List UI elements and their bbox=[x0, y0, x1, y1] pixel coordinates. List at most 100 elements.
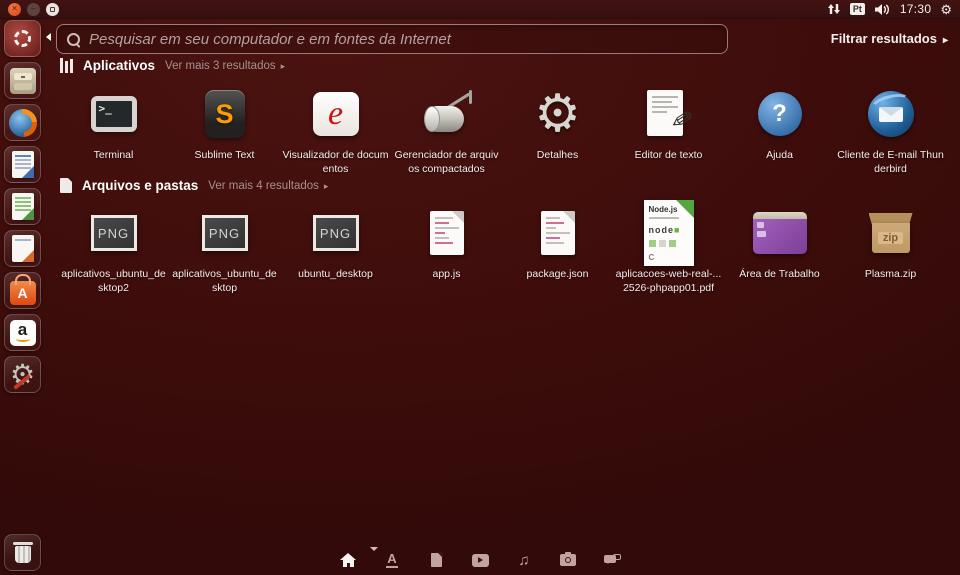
lens-bar: A ♫ bbox=[0, 545, 960, 575]
music-lens-icon[interactable]: ♫ bbox=[515, 551, 533, 569]
maximize-icon bbox=[50, 6, 55, 12]
file-result-label: Área de Trabalho bbox=[739, 268, 820, 280]
close-button[interactable]: ✕ bbox=[8, 2, 21, 16]
search-input[interactable] bbox=[89, 30, 717, 48]
photos-lens-icon[interactable] bbox=[559, 551, 577, 569]
launcher-item-amazon[interactable]: a bbox=[4, 314, 41, 351]
file-manager-icon bbox=[9, 67, 36, 94]
app-result-sublime-text[interactable]: S Sublime Text bbox=[169, 84, 280, 176]
launcher-item-writer[interactable] bbox=[4, 146, 41, 183]
desktop-folder-icon bbox=[752, 212, 807, 254]
maximize-button[interactable] bbox=[46, 2, 59, 16]
file-result-label: ubuntu_desktop bbox=[298, 268, 373, 280]
png-thumbnail-icon: PNG bbox=[312, 215, 359, 251]
file-result-appjs[interactable]: app.js bbox=[391, 203, 502, 295]
filter-results-button[interactable]: Filtrar resultados ▸ bbox=[831, 31, 948, 46]
search-icon bbox=[67, 32, 80, 46]
app-result-label: Sublime Text bbox=[194, 149, 255, 161]
unity-launcher: A a ⚙ bbox=[0, 19, 51, 575]
social-lens-icon[interactable] bbox=[603, 551, 621, 569]
file-result-png-3[interactable]: PNG ubuntu_desktop bbox=[280, 203, 391, 295]
app-result-thunderbird[interactable]: Cliente de E-mail Thunderbird bbox=[835, 84, 946, 176]
app-result-label: Detalhes bbox=[536, 149, 579, 161]
firefox-icon bbox=[8, 108, 37, 137]
file-result-label: Plasma.zip bbox=[864, 268, 917, 280]
launcher-item-settings[interactable]: ⚙ bbox=[4, 356, 41, 393]
app-result-label: Ajuda bbox=[766, 149, 793, 161]
files-category-icon bbox=[60, 177, 73, 193]
active-arrow-icon bbox=[42, 33, 51, 41]
png-thumbnail-icon: PNG bbox=[201, 215, 248, 251]
help-icon: ? bbox=[757, 92, 802, 136]
applications-category-icon bbox=[60, 58, 73, 73]
indicator-area: Pt 17:30 ⚙ bbox=[825, 2, 952, 16]
launcher-item-impress[interactable] bbox=[4, 230, 41, 267]
file-result-label: package.json bbox=[526, 268, 589, 280]
details-gear-icon: ⚙ bbox=[534, 85, 581, 143]
window-controls: ✕ – bbox=[8, 2, 59, 16]
files-section-title: Arquivos e pastas bbox=[82, 178, 199, 193]
dash-search-bar[interactable] bbox=[56, 24, 728, 54]
libreoffice-writer-icon bbox=[11, 151, 34, 178]
app-result-terminal[interactable]: >_ Terminal bbox=[58, 84, 169, 176]
applications-section-header: Aplicativos Ver mais 3 resultados ▸ bbox=[60, 58, 285, 73]
file-result-plasma-zip[interactable]: zip Plasma.zip bbox=[835, 203, 946, 295]
text-editor-icon: ✎ bbox=[646, 90, 695, 138]
applications-grid: >_ Terminal S Sublime Text e Visualizado… bbox=[58, 84, 946, 176]
code-file-icon bbox=[540, 211, 575, 255]
app-result-label: Gerenciador de arquivos compactados bbox=[394, 149, 499, 175]
launcher-item-firefox[interactable] bbox=[4, 104, 41, 141]
launcher-item-dash-home[interactable] bbox=[4, 20, 41, 57]
archive-manager-icon bbox=[422, 90, 472, 138]
app-result-label: Cliente de E-mail Thunderbird bbox=[837, 149, 944, 175]
launcher-item-software-center[interactable]: A bbox=[4, 272, 41, 309]
keyboard-layout-indicator[interactable]: Pt bbox=[849, 3, 865, 15]
file-result-label: app.js bbox=[432, 268, 461, 280]
app-result-details[interactable]: ⚙ Detalhes bbox=[502, 84, 613, 176]
file-result-label: aplicativos_ubuntu_desktop bbox=[172, 268, 277, 294]
ubuntu-logo-icon bbox=[14, 30, 31, 47]
file-result-desktop-folder[interactable]: Área de Trabalho bbox=[724, 203, 835, 295]
files-see-more-link[interactable]: Ver mais 4 resultados ▸ bbox=[208, 180, 328, 192]
file-result-png-1[interactable]: PNG aplicativos_ubuntu_desktop2 bbox=[58, 203, 169, 295]
png-thumbnail-icon: PNG bbox=[90, 215, 137, 251]
volume-icon[interactable] bbox=[874, 3, 891, 16]
applications-see-more-link[interactable]: Ver mais 3 resultados ▸ bbox=[165, 60, 285, 72]
filter-arrow-icon: ▸ bbox=[942, 35, 948, 46]
app-result-label: Editor de texto bbox=[634, 149, 703, 161]
software-center-icon: A bbox=[9, 274, 36, 305]
system-settings-icon: ⚙ bbox=[9, 358, 36, 390]
minimize-button[interactable]: – bbox=[27, 2, 40, 16]
files-lens-icon[interactable] bbox=[427, 551, 445, 569]
files-section-header: Arquivos e pastas Ver mais 4 resultados ▸ bbox=[60, 177, 328, 193]
file-result-label: aplicacoes-web-real-...2526-phpapp01.pdf bbox=[615, 268, 722, 294]
network-arrows-icon[interactable] bbox=[825, 3, 841, 15]
libreoffice-impress-icon bbox=[11, 235, 34, 262]
session-gear-icon[interactable]: ⚙ bbox=[940, 3, 952, 16]
document-viewer-icon: e bbox=[312, 92, 359, 136]
app-result-document-viewer[interactable]: e Visualizador de documentos bbox=[280, 84, 391, 176]
file-result-packagejson[interactable]: package.json bbox=[502, 203, 613, 295]
pdf-nodejs-icon: Node.js node■ C bbox=[643, 200, 694, 266]
thunderbird-icon bbox=[867, 90, 914, 137]
unity-dash-screen: ✕ – Pt 17:30 ⚙ Filtrar resultados ▸ bbox=[0, 0, 960, 575]
filter-results-label: Filtrar resultados bbox=[830, 31, 937, 46]
file-result-png-2[interactable]: PNG aplicativos_ubuntu_desktop bbox=[169, 203, 280, 295]
app-result-help[interactable]: ? Ajuda bbox=[724, 84, 835, 176]
videos-lens-icon[interactable] bbox=[471, 551, 489, 569]
terminal-icon: >_ bbox=[90, 96, 137, 132]
amazon-icon: a bbox=[9, 319, 36, 346]
launcher-item-calc[interactable] bbox=[4, 188, 41, 225]
zip-archive-icon: zip bbox=[868, 213, 914, 253]
top-panel: ✕ – Pt 17:30 ⚙ bbox=[0, 0, 960, 19]
applications-lens-icon[interactable]: A bbox=[383, 551, 401, 569]
launcher-item-files[interactable] bbox=[4, 62, 41, 99]
app-result-text-editor[interactable]: ✎ Editor de texto bbox=[613, 84, 724, 176]
file-result-pdf[interactable]: Node.js node■ C aplicacoes-web-real-...2… bbox=[613, 200, 724, 295]
sublime-text-icon: S bbox=[204, 90, 245, 138]
app-result-label: Visualizador de documentos bbox=[282, 149, 389, 175]
app-result-archive-manager[interactable]: Gerenciador de arquivos compactados bbox=[391, 84, 502, 176]
clock[interactable]: 17:30 bbox=[900, 2, 932, 16]
home-lens-icon[interactable] bbox=[339, 551, 357, 569]
files-grid: PNG aplicativos_ubuntu_desktop2 PNG apli… bbox=[58, 200, 946, 295]
